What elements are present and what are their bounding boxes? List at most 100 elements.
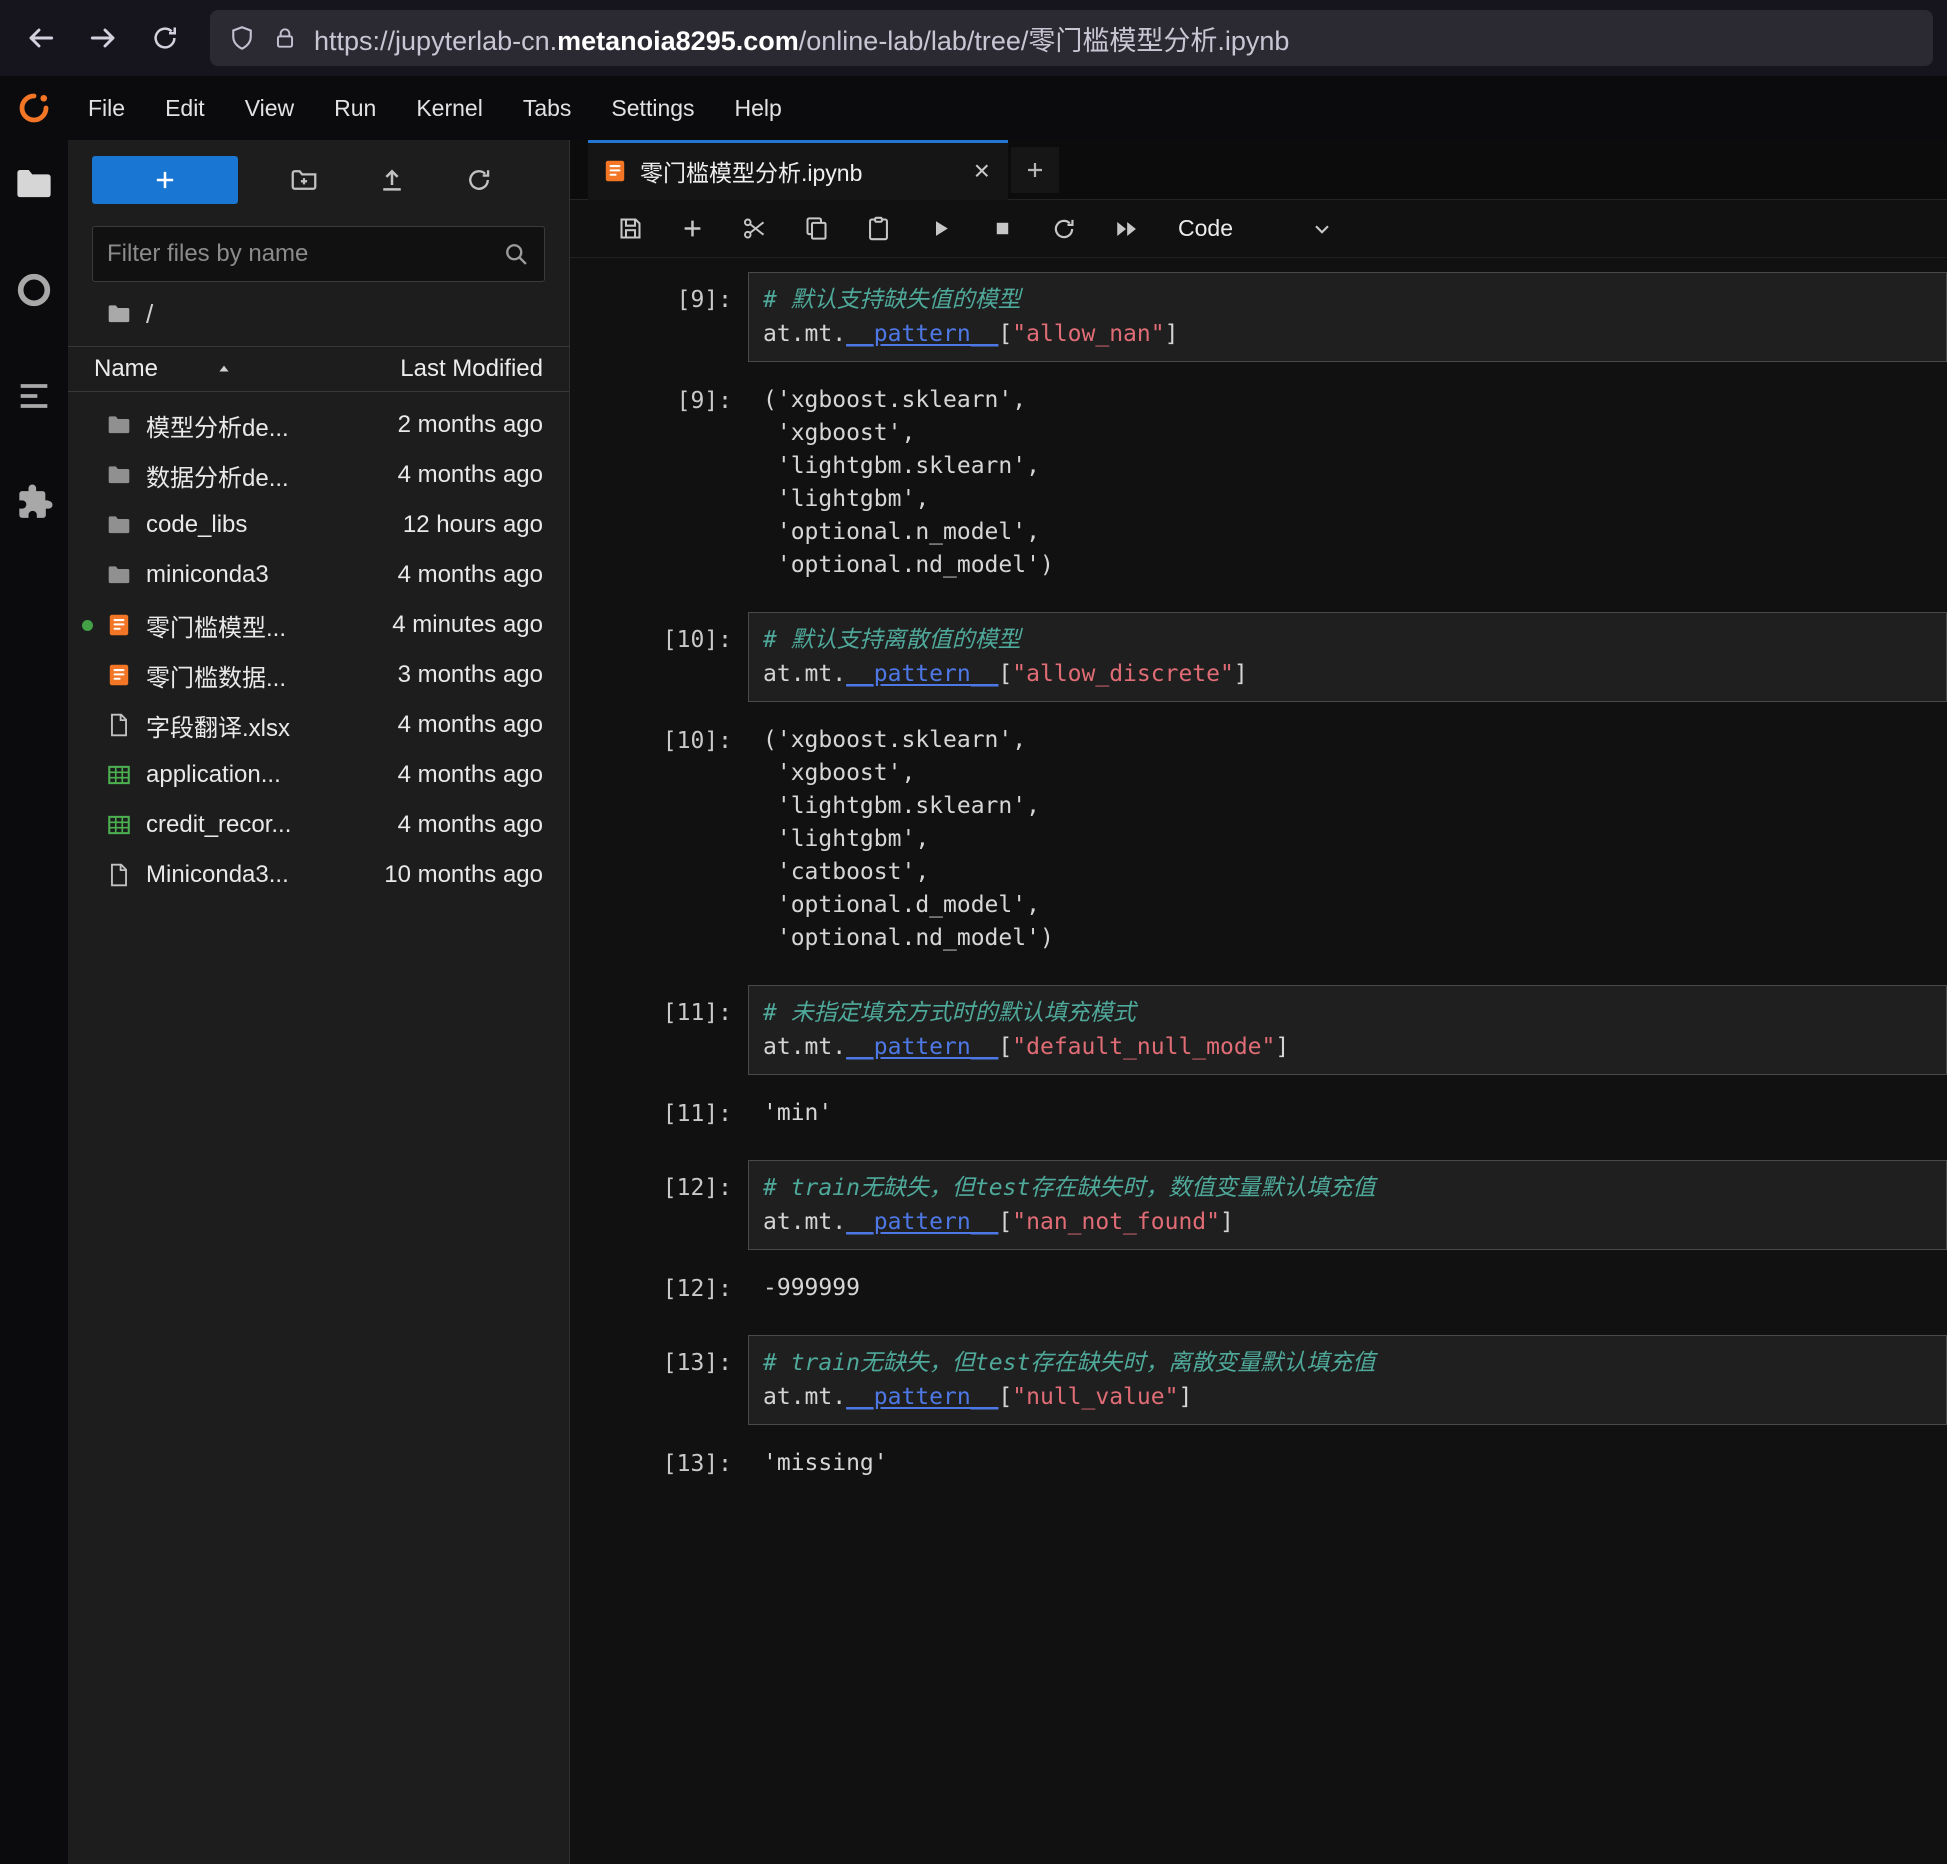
input-prompt: [10]:	[570, 612, 748, 657]
menu-settings[interactable]: Settings	[591, 76, 714, 140]
cell-output: ('xgboost.sklearn', 'xgboost', 'lightgbm…	[748, 384, 1947, 582]
file-modified: 4 months ago	[388, 711, 543, 739]
file-list: 模型分析de... 2 months ago 数据分析de... 4 month…	[68, 392, 569, 1864]
filter-files-input[interactable]	[107, 240, 502, 268]
new-tab-button[interactable]	[1011, 147, 1059, 193]
file-row[interactable]: 零门槛数据... 3 months ago	[68, 650, 569, 700]
file-row[interactable]: credit_recor... 4 months ago	[68, 800, 569, 850]
modified-column-header[interactable]: Last Modified	[400, 355, 543, 383]
interrupt-kernel-button[interactable]	[976, 207, 1028, 251]
cell-output: -999999	[748, 1272, 1947, 1305]
file-name: 数据分析de...	[146, 458, 289, 493]
code-cell-editor[interactable]: # 未指定填充方式时的默认填充模式at.mt.__pattern__["defa…	[748, 985, 1947, 1075]
folder-icon	[106, 412, 132, 438]
notebook-cell: [10]: # 默认支持离散值的模型at.mt.__pattern__["all…	[570, 612, 1947, 985]
file-row[interactable]: miniconda3 4 months ago	[68, 550, 569, 600]
home-folder-icon[interactable]	[106, 301, 132, 327]
file-browser-tab[interactable]	[12, 162, 56, 206]
file-modified: 4 months ago	[388, 561, 543, 589]
new-folder-button[interactable]	[283, 159, 325, 201]
output-prompt: [9]:	[570, 384, 748, 418]
menu-tabs[interactable]: Tabs	[503, 76, 592, 140]
cell-output: ('xgboost.sklearn', 'xgboost', 'lightgbm…	[748, 724, 1947, 955]
refresh-files-button[interactable]	[458, 159, 500, 201]
new-launcher-button[interactable]	[92, 156, 238, 204]
file-row[interactable]: application... 4 months ago	[68, 750, 569, 800]
notebook-cell: [13]: # train无缺失，但test存在缺失时，离散变量默认填充值at.…	[570, 1335, 1947, 1510]
code-cell-editor[interactable]: # train无缺失，但test存在缺失时，数值变量默认填充值at.mt.__p…	[748, 1160, 1947, 1250]
file-row[interactable]: 模型分析de... 2 months ago	[68, 400, 569, 450]
running-kernels-tab[interactable]	[12, 268, 56, 312]
menu-help[interactable]: Help	[715, 76, 802, 140]
file-modified: 4 months ago	[388, 761, 543, 789]
search-icon	[502, 240, 530, 268]
close-tab-icon[interactable]: ×	[970, 157, 994, 185]
url-path: /online-lab/lab/tree/零门槛模型分析.ipynb	[799, 26, 1290, 56]
spreadsheet-icon	[106, 762, 132, 788]
code-comment: # 默认支持离散值的模型	[763, 627, 1021, 653]
shield-icon[interactable]	[228, 24, 256, 52]
run-cell-button[interactable]	[914, 207, 966, 251]
output-prompt: [13]:	[570, 1447, 748, 1481]
address-bar[interactable]: https://jupyterlab-cn.metanoia8295.com/o…	[210, 10, 1933, 66]
file-modified: 4 months ago	[388, 461, 543, 489]
file-row[interactable]: code_libs 12 hours ago	[68, 500, 569, 550]
menu-file[interactable]: File	[68, 76, 145, 140]
file-name: Miniconda3...	[146, 861, 289, 889]
file-modified: 10 months ago	[374, 861, 543, 889]
copy-cell-button[interactable]	[790, 207, 842, 251]
menu-view[interactable]: View	[225, 76, 314, 140]
save-button[interactable]	[604, 207, 656, 251]
notebook-icon	[106, 612, 132, 638]
file-icon	[106, 712, 132, 738]
extensions-tab[interactable]	[12, 480, 56, 524]
file-modified: 2 months ago	[388, 411, 543, 439]
jupyterlab-shell: File Edit View Run Kernel Tabs Settings …	[0, 76, 1947, 1864]
cell-type-select[interactable]: Code	[1178, 215, 1233, 242]
file-name: 零门槛模型...	[146, 608, 286, 643]
file-modified: 12 hours ago	[393, 511, 543, 539]
table-of-contents-tab[interactable]	[12, 374, 56, 418]
chevron-down-icon[interactable]	[1309, 216, 1335, 242]
filter-files-box	[92, 226, 545, 282]
name-column-header[interactable]: Name	[94, 355, 234, 383]
code-cell-editor[interactable]: # 默认支持缺失值的模型at.mt.__pattern__["allow_nan…	[748, 272, 1947, 362]
restart-run-all-button[interactable]	[1100, 207, 1152, 251]
insert-cell-button[interactable]	[666, 207, 718, 251]
upload-button[interactable]	[371, 159, 413, 201]
name-column-label: Name	[94, 355, 158, 383]
jupyter-logo	[0, 90, 68, 126]
output-prompt: [11]:	[570, 1097, 748, 1131]
file-icon	[106, 862, 132, 888]
output-prompt: [12]:	[570, 1272, 748, 1306]
breadcrumb-root[interactable]: /	[146, 299, 153, 330]
reload-button[interactable]	[138, 11, 192, 65]
menu-edit[interactable]: Edit	[145, 76, 225, 140]
notebook-toolbar: Code	[570, 200, 1947, 258]
file-browser-toolbar	[68, 140, 569, 220]
url-protocol: https://jupyterlab-cn.	[314, 26, 557, 56]
folder-icon	[106, 562, 132, 588]
file-row[interactable]: 数据分析de... 4 months ago	[68, 450, 569, 500]
cut-cell-button[interactable]	[728, 207, 780, 251]
back-button[interactable]	[14, 11, 68, 65]
file-row[interactable]: Miniconda3... 10 months ago	[68, 850, 569, 900]
notebook-scroll-area[interactable]: [9]: # 默认支持缺失值的模型at.mt.__pattern__["allo…	[570, 258, 1947, 1864]
menu-run[interactable]: Run	[314, 76, 396, 140]
code-comment: # train无缺失，但test存在缺失时，离散变量默认填充值	[763, 1350, 1375, 1376]
forward-button[interactable]	[76, 11, 130, 65]
file-name: 零门槛数据...	[146, 658, 286, 693]
code-cell-editor[interactable]: # train无缺失，但test存在缺失时，离散变量默认填充值at.mt.__p…	[748, 1335, 1947, 1425]
notebook-tab[interactable]: 零门槛模型分析.ipynb ×	[588, 140, 1008, 200]
code-cell-editor[interactable]: # 默认支持离散值的模型at.mt.__pattern__["allow_dis…	[748, 612, 1947, 702]
restart-kernel-button[interactable]	[1038, 207, 1090, 251]
kernel-running-dot	[82, 620, 93, 631]
file-name: code_libs	[146, 511, 247, 539]
file-row[interactable]: 字段翻译.xlsx 4 months ago	[68, 700, 569, 750]
lock-icon[interactable]	[272, 25, 298, 51]
file-row[interactable]: 零门槛模型... 4 minutes ago	[68, 600, 569, 650]
paste-cell-button[interactable]	[852, 207, 904, 251]
output-prompt: [10]:	[570, 724, 748, 758]
menu-kernel[interactable]: Kernel	[396, 76, 502, 140]
notebook-icon	[106, 662, 132, 688]
